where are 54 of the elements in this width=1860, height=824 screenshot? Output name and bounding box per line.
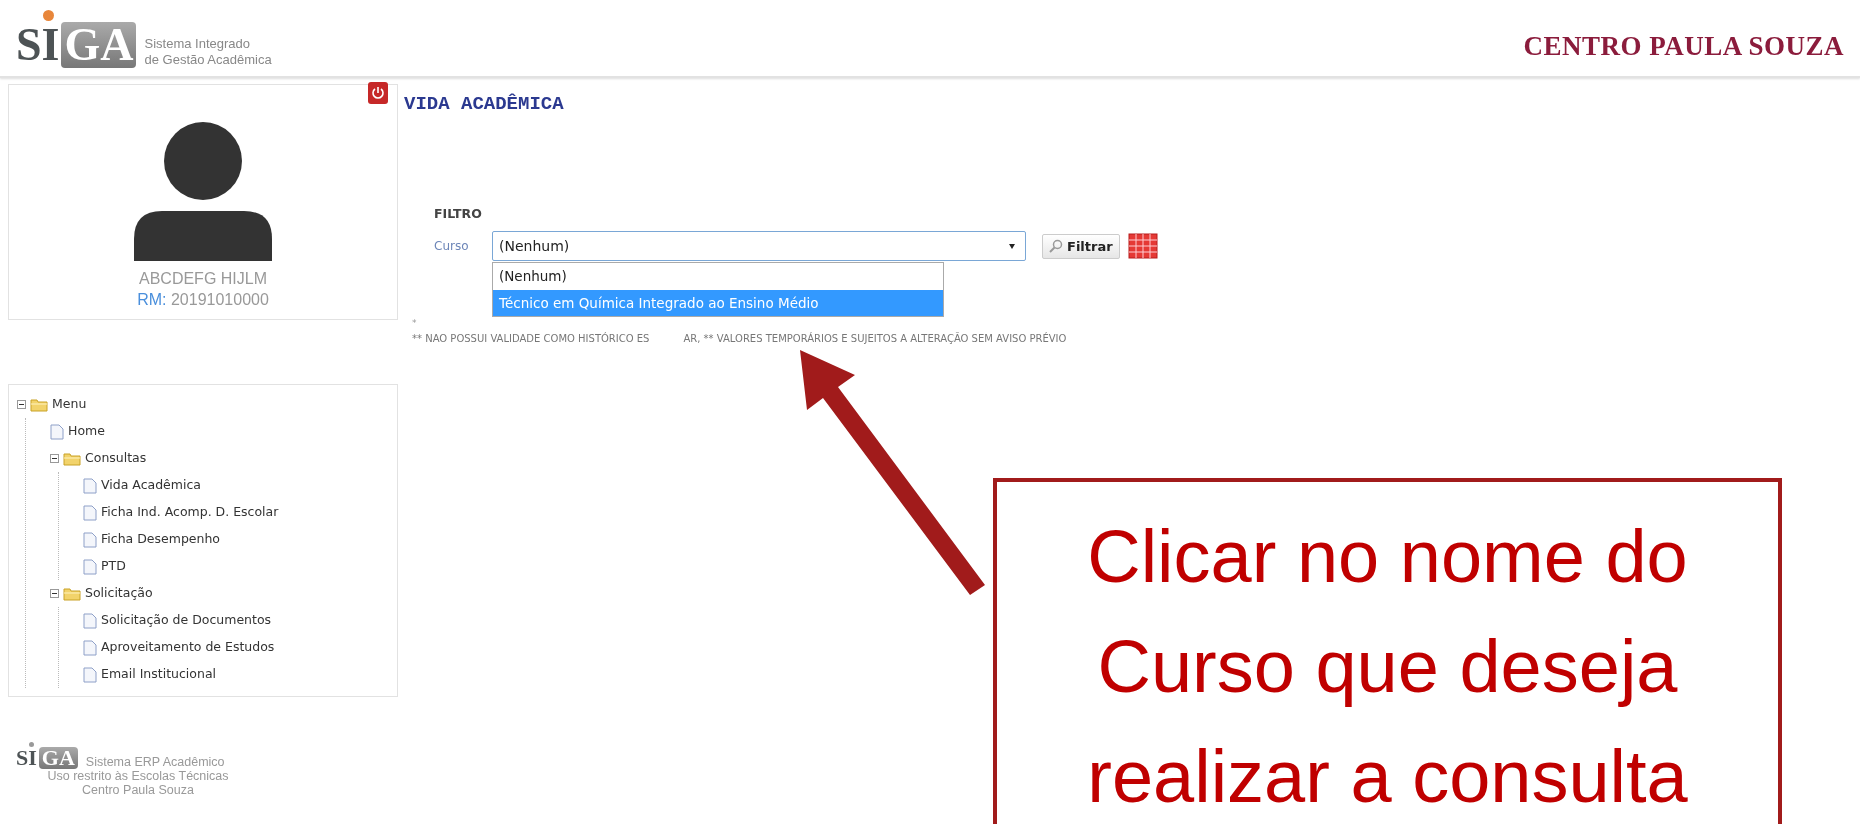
dropdown-option[interactable]: (Nenhum) [493, 263, 943, 290]
menu-item[interactable]: Solicitação de Documentos [101, 611, 272, 630]
notice-text: ** NAO POSSUI VALIDADE COMO HISTÓRICO ES [412, 331, 650, 346]
filter-button[interactable]: Filtrar [1042, 233, 1120, 259]
page-icon [83, 666, 97, 683]
logo-mark: SI [16, 22, 60, 68]
page-icon [83, 504, 97, 521]
menu-item[interactable]: Aproveitamento de Estudos [101, 638, 275, 657]
menu-folder[interactable]: Solicitação [85, 584, 153, 603]
logo-subtitle: Sistema Integrado [144, 35, 251, 52]
menu-item[interactable]: Home [68, 422, 105, 441]
collapse-icon[interactable] [50, 589, 59, 598]
logo-dot [29, 742, 34, 747]
table-icon[interactable] [1127, 233, 1158, 260]
course-select[interactable]: (Nenhum) [492, 231, 1026, 262]
page-icon [83, 612, 97, 629]
footer-text: Centro Paula Souza [81, 783, 195, 798]
footer-text: Sistema ERP Acadêmico [85, 754, 225, 769]
menu-item[interactable]: Ficha Ind. Acomp. D. Escolar [101, 503, 279, 522]
folder-icon [63, 451, 81, 466]
notice-text: AR, ** VALORES TEMPORÁRIOS E SUJEITOS A ALTERAÇÃO SEM AVISO PRÉVIO [683, 331, 1067, 346]
collapse-icon[interactable] [17, 400, 26, 409]
avatar-icon [134, 121, 272, 261]
page-title: VIDA ACADÊMICA [404, 92, 564, 117]
folder-icon [63, 586, 81, 601]
logo-mark: SI [16, 747, 37, 769]
collapse-icon[interactable] [50, 454, 59, 463]
menu-folder[interactable]: Consultas [85, 449, 147, 468]
logo-mark: GA [61, 22, 137, 68]
folder-icon [30, 397, 48, 412]
student-name: ABCDEFG HIJLM [138, 269, 268, 289]
page-icon [83, 531, 97, 548]
logo-dot [43, 10, 54, 21]
page-icon [50, 423, 64, 440]
callout-text: Clicar no nome do Curso que deseja realizar a consulta [993, 478, 1782, 824]
footnote-mark: * [412, 317, 418, 331]
brand-logo: CENTRO PAULA SOUZA [1523, 29, 1844, 63]
course-label: Curso [434, 238, 470, 256]
menu-folder[interactable]: Menu [52, 395, 87, 414]
power-icon[interactable] [368, 82, 388, 104]
page-icon [83, 477, 97, 494]
page-icon [83, 558, 97, 575]
footer-text: Uso restrito às Escolas Técnicas [46, 769, 230, 784]
logo-subtitle: de Gestão Acadêmica [144, 51, 272, 68]
search-icon [1049, 239, 1063, 254]
menu-item[interactable]: Email Institucional [101, 665, 217, 684]
logo-mark: GA [38, 747, 78, 769]
caret-icon [1009, 244, 1015, 250]
menu-item[interactable]: Vida Acadêmica [101, 476, 201, 495]
page-icon [83, 639, 97, 656]
filter-heading: FILTRO [434, 204, 483, 223]
menu-item[interactable]: PTD [101, 557, 126, 576]
menu-item[interactable]: Ficha Desempenho [101, 530, 220, 549]
student-rm: RM: 20191010000 [136, 289, 270, 310]
